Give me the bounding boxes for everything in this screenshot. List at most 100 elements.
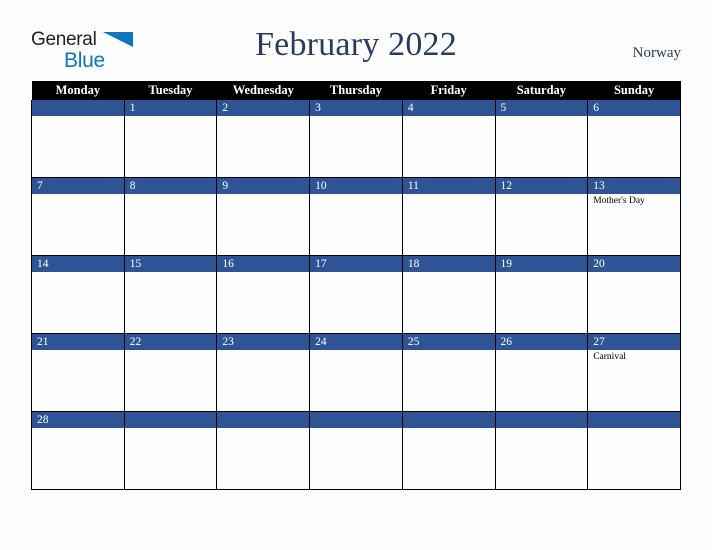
day-events	[32, 116, 124, 117]
day-events	[32, 350, 124, 351]
day-events	[310, 350, 402, 351]
day-number: 2	[217, 100, 310, 116]
day-events: Carnival	[588, 350, 680, 363]
calendar-day-cell[interactable]: 19	[494, 255, 589, 334]
calendar-day-cell[interactable]: 24	[309, 333, 403, 412]
day-events	[125, 116, 217, 117]
calendar-day-cell[interactable]: 7	[31, 177, 125, 256]
day-number: 7	[32, 178, 124, 194]
day-events	[125, 350, 217, 351]
calendar-day-cell[interactable]	[216, 411, 311, 490]
calendar-day-cell[interactable]: 20	[587, 255, 681, 334]
calendar-day-cell[interactable]: 15	[123, 255, 218, 334]
day-events	[403, 350, 495, 351]
calendar-day-cell[interactable]: 23	[216, 333, 311, 412]
day-events	[588, 272, 680, 273]
calendar-day-cell[interactable]: 12	[494, 177, 589, 256]
calendar-day-cell[interactable]: 5	[494, 100, 589, 178]
calendar-day-cell[interactable]: 3	[309, 100, 403, 178]
calendar-day-cell[interactable]: 14	[31, 255, 125, 334]
calendar-day-cell[interactable]	[587, 411, 681, 490]
weekday-header-monday: Monday	[31, 81, 125, 100]
day-number: 20	[588, 256, 680, 272]
calendar-day-cell[interactable]: 27 Carnival	[587, 333, 681, 412]
holiday-label: Carnival	[593, 352, 626, 362]
day-events	[310, 116, 402, 117]
day-events	[588, 428, 680, 429]
day-number	[32, 100, 124, 116]
day-events	[217, 194, 309, 195]
weekday-header-tuesday: Tuesday	[124, 81, 217, 100]
calendar-day-cell[interactable]: 8	[123, 177, 218, 256]
day-number: 6	[588, 100, 680, 116]
day-number: 18	[402, 256, 495, 272]
calendar-day-cell[interactable]: 16	[216, 255, 311, 334]
day-number: 19	[495, 256, 588, 272]
day-number: 1	[124, 100, 217, 116]
day-number: 3	[310, 100, 402, 116]
day-number: 15	[124, 256, 217, 272]
calendar-day-cell[interactable]	[494, 411, 589, 490]
weekday-header-thursday: Thursday	[309, 81, 403, 100]
day-events	[32, 272, 124, 273]
day-number	[402, 412, 495, 428]
day-events	[310, 194, 402, 195]
calendar-day-cell[interactable]: 13 Mother's Day	[587, 177, 681, 256]
day-number: 26	[495, 334, 588, 350]
calendar-day-cell[interactable]	[309, 411, 403, 490]
calendar-day-cell[interactable]	[123, 411, 218, 490]
day-number: 25	[402, 334, 495, 350]
day-events	[217, 428, 309, 429]
calendar-day-cell[interactable]: 1	[123, 100, 218, 178]
day-number: 27	[588, 334, 680, 350]
calendar-day-cell[interactable]	[401, 411, 496, 490]
calendar-day-cell[interactable]: 18	[401, 255, 496, 334]
calendar-week-row: 14 15 16 17 18 19 20	[31, 255, 681, 334]
calendar-day-cell[interactable]: 11	[401, 177, 496, 256]
day-events	[496, 116, 588, 117]
day-events	[496, 350, 588, 351]
day-number: 12	[495, 178, 588, 194]
day-events	[310, 272, 402, 273]
day-number: 21	[32, 334, 124, 350]
weekday-header-friday: Friday	[402, 81, 496, 100]
calendar-day-cell[interactable]: 21	[31, 333, 125, 412]
day-events	[125, 194, 217, 195]
calendar-day-cell[interactable]: 6	[587, 100, 681, 178]
page-title: February 2022	[255, 26, 457, 63]
day-number: 13	[588, 178, 680, 194]
day-number	[495, 412, 588, 428]
day-number: 22	[124, 334, 217, 350]
day-number	[310, 412, 402, 428]
calendar-day-cell[interactable]: 17	[309, 255, 403, 334]
day-events	[217, 272, 309, 273]
calendar-body: 1 2 3 4 5 6 7 8 9 10 11 12 13 Mother's Day 14 15 16 17 18 1…	[31, 100, 681, 490]
calendar-day-cell[interactable]: 28	[31, 411, 125, 490]
calendar-week-row: 21 22 23 24 25 26 27 Carnival	[31, 333, 681, 412]
day-events	[125, 428, 217, 429]
day-events	[217, 350, 309, 351]
day-number	[588, 412, 680, 428]
calendar-day-cell[interactable]: 26	[494, 333, 589, 412]
day-number: 24	[310, 334, 402, 350]
day-events	[496, 428, 588, 429]
day-events: Mother's Day	[588, 194, 680, 207]
day-number: 11	[402, 178, 495, 194]
day-number: 16	[217, 256, 310, 272]
day-events	[496, 194, 588, 195]
day-number: 8	[124, 178, 217, 194]
calendar-week-row: 28	[31, 411, 681, 490]
calendar-day-cell[interactable]: 9	[216, 177, 311, 256]
calendar-day-cell[interactable]: 25	[401, 333, 496, 412]
calendar-day-cell[interactable]: 10	[309, 177, 403, 256]
weekday-header-row: Monday Tuesday Wednesday Thursday Friday…	[31, 81, 681, 100]
day-events	[32, 194, 124, 195]
day-events	[403, 194, 495, 195]
calendar-day-cell[interactable]: 2	[216, 100, 311, 178]
day-events	[32, 428, 124, 429]
calendar-day-cell[interactable]: 4	[401, 100, 496, 178]
calendar-week-row: 7 8 9 10 11 12 13 Mother's Day	[31, 177, 681, 256]
calendar-day-cell[interactable]: 22	[123, 333, 218, 412]
calendar-day-cell[interactable]	[31, 100, 125, 178]
day-events	[403, 116, 495, 117]
